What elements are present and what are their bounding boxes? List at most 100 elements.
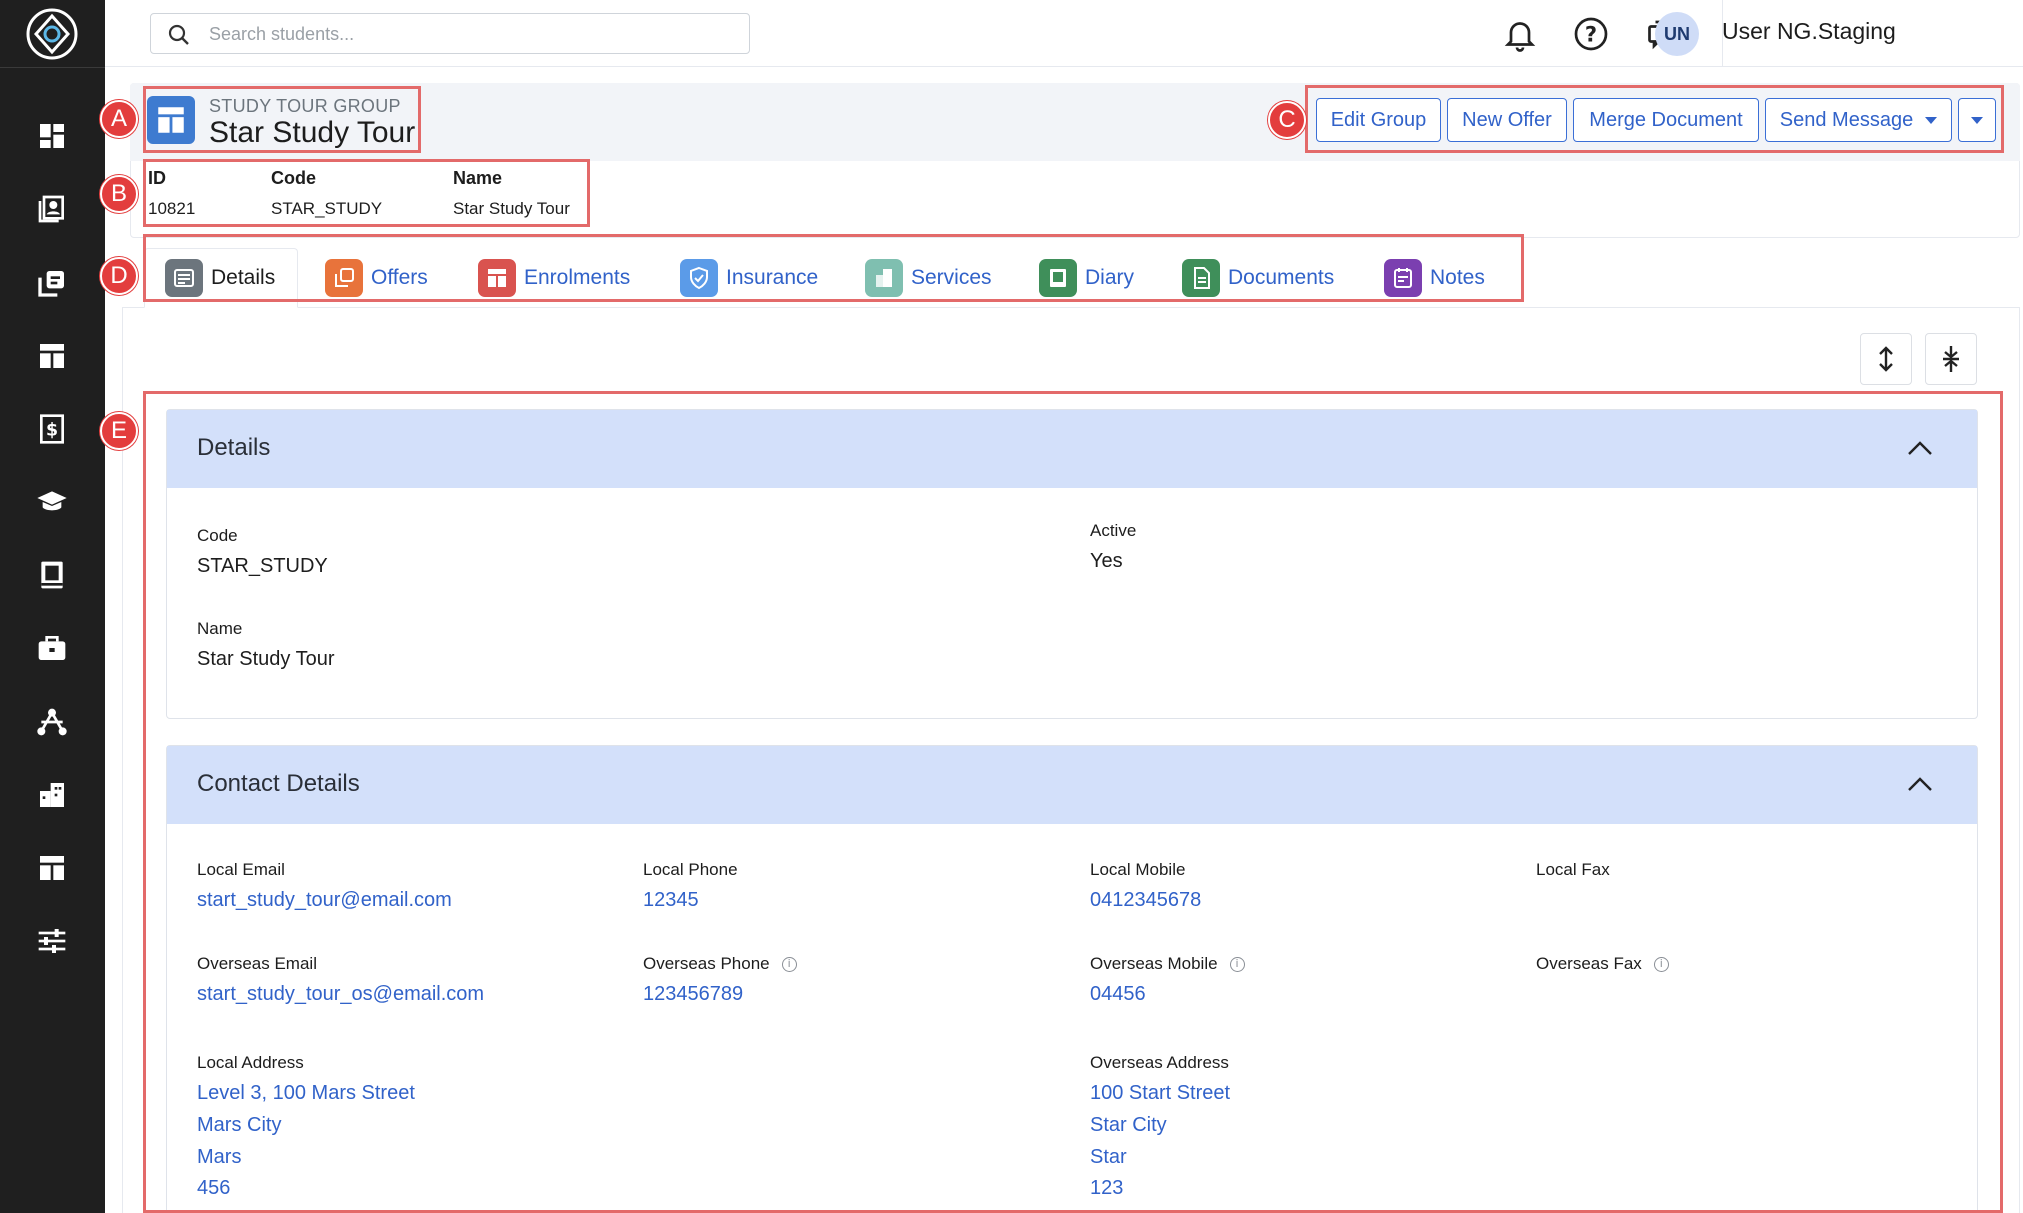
chevron-down-icon [1971,116,1983,124]
svg-text:?: ? [1585,23,1597,47]
overseas-fax-label: Overseas Fax i [1536,954,1669,974]
more-actions-button[interactable] [1958,98,1996,142]
details-card-header[interactable]: Details [167,410,1977,488]
tab-diary[interactable]: Diary [1039,248,1134,308]
expand-icon [1879,346,1893,372]
tab-notes[interactable]: Notes [1384,248,1485,308]
annotation-marker-e: E [100,412,138,450]
info-icon[interactable]: i [1229,957,1245,972]
local-address-line[interactable]: Mars [197,1146,241,1169]
book-icon[interactable] [34,557,70,593]
sliders-icon[interactable] [34,923,70,959]
contacts-icon[interactable] [34,191,70,227]
graduation-cap-icon[interactable] [34,484,70,520]
search-input[interactable] [209,20,729,48]
name-label: Name [197,619,243,638]
local-phone-label: Local Phone [643,860,738,879]
annotation-marker-a: A [100,100,138,138]
tab-insurance[interactable]: Insurance [680,248,818,308]
tab-label: Offers [371,266,428,289]
page-title: Star Study Tour [209,116,416,149]
overseas-address-line[interactable]: 123 [1090,1177,1123,1200]
tab-label: Services [911,266,992,289]
info-icon[interactable]: i [1653,957,1669,972]
overseas-address-line[interactable]: Star [1090,1146,1127,1169]
tab-label: Diary [1085,266,1135,289]
svg-text:$: $ [46,421,58,441]
overseas-address-label: Overseas Address [1090,1053,1229,1072]
chevron-up-icon[interactable] [1905,772,1935,796]
tab-documents[interactable]: Documents [1182,248,1334,308]
contact-details-card: Contact Details Local Email start_study_… [166,745,1978,1213]
shield-icon [680,259,718,297]
new-offer-button[interactable]: New Offer [1447,98,1567,142]
tab-label: Documents [1228,266,1335,289]
briefcase-icon[interactable] [34,630,70,666]
meta-id-value: 10821 [148,199,196,218]
merge-document-button[interactable]: Merge Document [1573,98,1759,142]
record-type-label: STUDY TOUR GROUP [209,96,401,116]
expand-all-button[interactable] [1860,333,1912,385]
meta-code-label: Code [271,168,316,188]
search-icon [168,24,189,45]
offers-icon[interactable] [34,265,70,301]
app-logo-icon[interactable] [24,6,80,62]
name-value: Star Study Tour [197,648,335,670]
chevron-up-icon[interactable] [1905,436,1935,460]
edit-group-button[interactable]: Edit Group [1316,98,1441,142]
help-icon[interactable]: ? [1573,16,1609,52]
meta-name-label: Name [453,168,503,188]
document-icon [1182,259,1220,297]
info-icon[interactable]: i [781,957,797,972]
overseas-fax-label-text: Overseas Fax [1536,954,1642,973]
layout-icon[interactable] [34,850,70,886]
tab-offers[interactable]: Offers [325,248,428,308]
offers-icon [325,259,363,297]
user-name[interactable]: User NG.Staging [1722,18,1896,45]
code-value: STAR_STUDY [197,555,328,577]
overseas-mobile-label-text: Overseas Mobile [1090,954,1218,973]
contact-card-header[interactable]: Contact Details [167,746,1977,824]
building-icon[interactable] [34,777,70,813]
collapse-icon [1943,346,1959,372]
overseas-address-line[interactable]: Star City [1090,1114,1167,1137]
local-mobile-label: Local Mobile [1090,860,1186,879]
overseas-phone-label-text: Overseas Phone [643,954,770,973]
local-address-line[interactable]: Mars City [197,1114,281,1137]
send-message-button[interactable]: Send Message [1765,98,1952,142]
groups-icon[interactable] [34,338,70,374]
dashboard-icon[interactable] [34,118,70,154]
details-card-title: Details [197,434,271,461]
services-icon [865,259,903,297]
search-box[interactable] [150,13,750,54]
active-value: Yes [1090,550,1123,572]
active-label: Active [1090,521,1137,540]
local-mobile-link[interactable]: 0412345678 [1090,889,1201,912]
overseas-phone-label: Overseas Phone i [643,954,797,974]
tab-label: Notes [1430,266,1485,289]
meta-code-value: STAR_STUDY [271,199,383,218]
overseas-mobile-link[interactable]: 04456 [1090,983,1146,1006]
details-card: Details Code STAR_STUDY Active Yes Name … [166,409,1978,719]
user-avatar[interactable]: UN [1655,12,1699,56]
overseas-mobile-label: Overseas Mobile i [1090,954,1245,974]
local-address-line[interactable]: Level 3, 100 Mars Street [197,1082,415,1105]
tab-enrolments[interactable]: Enrolments [478,248,630,308]
local-email-link[interactable]: start_study_tour@email.com [197,889,452,912]
local-email-label: Local Email [197,860,285,879]
enrolments-icon [478,259,516,297]
collapse-all-button[interactable] [1925,333,1977,385]
invoice-icon[interactable]: $ [34,411,70,447]
overseas-address-line[interactable]: 100 Start Street [1090,1082,1230,1105]
bell-icon[interactable] [1502,16,1538,52]
code-label: Code [197,526,238,545]
overseas-email-link[interactable]: start_study_tour_os@email.com [197,983,484,1006]
network-icon[interactable] [34,704,70,740]
local-address-line[interactable]: 456 [197,1177,230,1200]
tab-details[interactable]: Details [144,248,299,308]
meta-name-value: Star Study Tour [453,199,570,218]
overseas-phone-link[interactable]: 123456789 [643,983,743,1006]
local-phone-link[interactable]: 12345 [643,889,699,912]
tab-services[interactable]: Services [865,248,992,308]
tab-label: Details [211,266,276,289]
